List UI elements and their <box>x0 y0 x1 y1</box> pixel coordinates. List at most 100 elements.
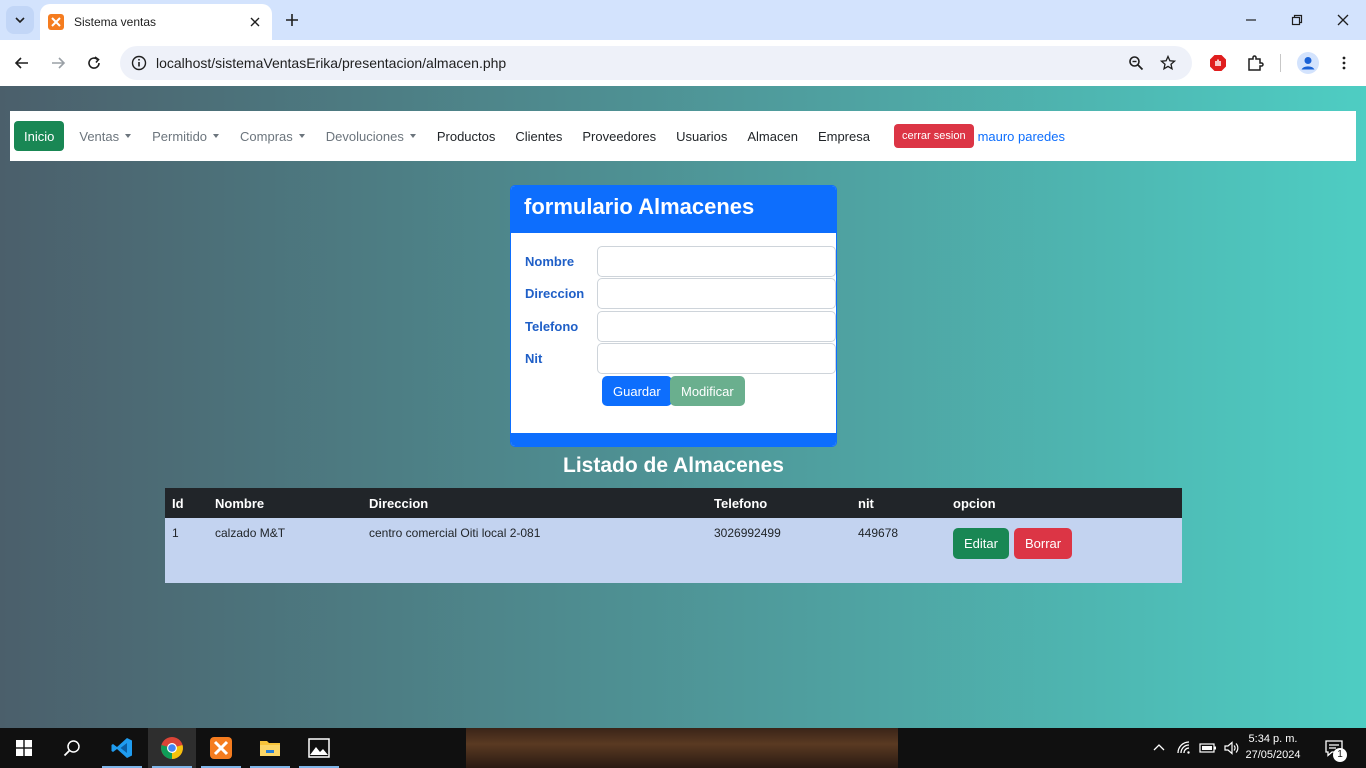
chevron-up-icon <box>1153 744 1165 751</box>
edit-row-button[interactable]: Editar <box>953 528 1009 559</box>
info-icon <box>131 55 147 71</box>
cell-nit: 449678 <box>858 526 899 540</box>
modify-button[interactable]: Modificar <box>670 376 745 406</box>
nav-link-almacen[interactable]: Almacen <box>747 129 798 144</box>
browser-toolbar: localhost/sistemaVentasErika/presentacio… <box>0 40 1366 86</box>
nav-link-proveedores[interactable]: Proveedores <box>582 129 656 144</box>
folder-icon <box>260 741 280 756</box>
delete-row-button[interactable]: Borrar <box>1014 528 1073 559</box>
browser-menu-button[interactable] <box>1332 51 1356 75</box>
plus-icon <box>286 14 298 26</box>
column-header-telefono: Telefono <box>714 496 768 511</box>
photos-icon <box>308 738 330 758</box>
form-row-nombre: Nombre <box>525 246 836 277</box>
nav-dropdown-permitido[interactable]: Permitido <box>152 128 220 144</box>
warehouse-form-card: formulario Almacenes Nombre Direccion Te… <box>510 185 837 447</box>
site-info-button[interactable] <box>122 46 156 80</box>
nombre-label: Nombre <box>525 254 575 269</box>
show-hidden-icons-button[interactable] <box>1148 728 1170 768</box>
nit-input[interactable] <box>597 343 836 374</box>
form-row-direccion: Direccion <box>525 278 836 309</box>
close-window-button[interactable] <box>1328 8 1358 32</box>
bookmark-button[interactable] <box>1156 51 1180 75</box>
caret-down-icon <box>409 134 416 138</box>
column-header-nit: nit <box>858 496 874 511</box>
column-header-direccion: Direccion <box>369 496 429 511</box>
minimize-icon <box>1246 19 1256 21</box>
user-name-link[interactable]: mauro paredes <box>978 129 1065 144</box>
notification-count-badge: 1 <box>1333 748 1347 762</box>
chrome-icon <box>161 737 183 759</box>
reload-button[interactable] <box>80 49 108 77</box>
file-explorer-taskbar-button[interactable] <box>246 728 294 768</box>
chrome-taskbar-button[interactable] <box>148 728 196 768</box>
save-button[interactable]: Guardar <box>602 376 672 406</box>
close-icon <box>1337 14 1349 26</box>
browser-tab[interactable]: Sistema ventas <box>40 4 272 40</box>
nav-link-clientes[interactable]: Clientes <box>515 129 562 144</box>
logout-button[interactable]: cerrar sesion <box>893 124 974 148</box>
nav-dropdown-compras[interactable]: Compras <box>240 129 305 144</box>
windows-taskbar: 5:34 p. m. 27/05/2024 1 <box>0 728 1366 768</box>
caret-down-icon <box>298 134 305 138</box>
nombre-input[interactable] <box>597 246 836 277</box>
nav-dropdown-label: Permitido <box>152 128 208 144</box>
nav-link-productos[interactable]: Productos <box>437 129 496 144</box>
address-bar[interactable]: localhost/sistemaVentasErika/presentacio… <box>120 46 1192 80</box>
column-header-opcion: opcion <box>953 496 996 511</box>
notification-center-button[interactable]: 1 <box>1318 728 1350 768</box>
speaker-icon <box>1224 741 1239 755</box>
network-button[interactable] <box>1173 728 1195 768</box>
browser-tabstrip: Sistema ventas <box>0 0 1366 40</box>
tab-close-button[interactable] <box>246 13 264 31</box>
search-icon <box>63 740 80 757</box>
photos-taskbar-button[interactable] <box>295 728 343 768</box>
toolbar-divider <box>1280 54 1281 72</box>
zoom-icon <box>1129 56 1144 71</box>
zoom-button[interactable] <box>1124 51 1148 75</box>
xampp-favicon-icon <box>48 14 64 30</box>
table-row: 1 calzado M&T centro comercial Oiti loca… <box>165 518 1182 583</box>
xampp-taskbar-button[interactable] <box>197 728 245 768</box>
cell-telefono: 3026992499 <box>714 526 781 540</box>
column-header-nombre: Nombre <box>215 496 265 511</box>
chevron-down-icon <box>15 17 25 24</box>
more-vertical-icon <box>1342 56 1346 70</box>
restore-button[interactable] <box>1282 8 1312 32</box>
taskbar-clock[interactable]: 5:34 p. m. 27/05/2024 <box>1240 731 1306 763</box>
clock-date: 27/05/2024 <box>1245 749 1301 761</box>
nav-dropdown-devoluciones[interactable]: Devoluciones <box>326 129 416 144</box>
nav-link-empresa[interactable]: Empresa <box>818 129 870 144</box>
caret-down-icon <box>125 134 132 138</box>
adblock-extension-button[interactable] <box>1206 51 1230 75</box>
restore-icon <box>1291 14 1303 26</box>
search-button[interactable] <box>48 728 96 768</box>
xampp-icon <box>210 737 232 759</box>
vscode-taskbar-button[interactable] <box>98 728 146 768</box>
caret-down-icon <box>213 134 220 138</box>
start-button[interactable] <box>0 728 48 768</box>
tab-search-button[interactable] <box>6 6 34 34</box>
cell-nombre: calzado M&T <box>215 526 286 540</box>
profile-button[interactable] <box>1296 51 1320 75</box>
url-text: localhost/sistemaVentasErika/presentacio… <box>156 55 507 71</box>
back-button[interactable] <box>8 49 36 77</box>
extensions-button[interactable] <box>1243 51 1267 75</box>
volume-button[interactable] <box>1220 728 1242 768</box>
arrow-right-icon <box>52 57 66 69</box>
forward-button[interactable] <box>44 49 72 77</box>
reload-icon <box>88 56 100 69</box>
new-tab-button[interactable] <box>280 8 304 32</box>
stop-hand-icon <box>1210 55 1226 71</box>
direccion-input[interactable] <box>597 278 836 309</box>
telefono-input[interactable] <box>597 311 836 342</box>
minimize-button[interactable] <box>1236 8 1266 32</box>
vscode-icon <box>111 738 132 758</box>
battery-button[interactable] <box>1197 728 1219 768</box>
column-header-id: Id <box>172 496 184 511</box>
form-row-telefono: Telefono <box>525 311 836 342</box>
nav-link-usuarios[interactable]: Usuarios <box>676 129 727 144</box>
cell-direccion: centro comercial Oiti local 2-081 <box>369 526 541 540</box>
nav-dropdown-ventas[interactable]: Ventas <box>79 129 132 144</box>
nav-home-button[interactable]: Inicio <box>14 121 65 151</box>
